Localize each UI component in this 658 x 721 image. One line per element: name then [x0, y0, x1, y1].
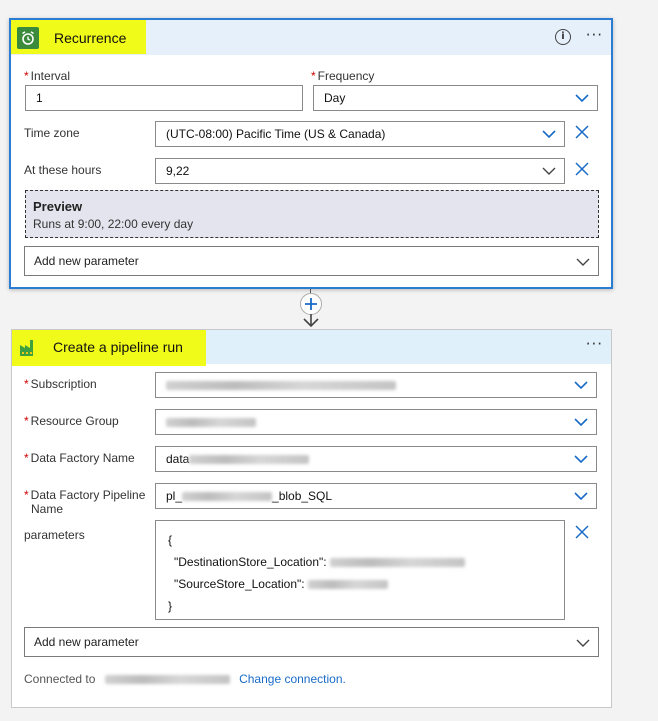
source-location-line: "SourceStore_Location":: [168, 573, 552, 595]
recurrence-title: Recurrence: [54, 30, 127, 46]
data-factory-icon: [18, 336, 40, 358]
timezone-value: (UTC-08:00) Pacific Time (US & Canada): [166, 127, 386, 141]
redacted-value: [329, 558, 465, 568]
remove-parameters-icon[interactable]: [575, 525, 589, 539]
redacted-value: [189, 455, 310, 465]
connected-prefix: Connected to: [24, 672, 96, 686]
plus-icon: [305, 298, 317, 310]
redacted-value: [166, 381, 396, 391]
json-open-brace: {: [168, 533, 173, 547]
timezone-label: Time zone: [24, 126, 80, 140]
recurrence-card: Recurrence i ··· * Interval 1 * Frequency …: [9, 18, 613, 289]
more-options-icon[interactable]: ···: [586, 335, 603, 353]
remove-hours-icon[interactable]: [575, 162, 589, 176]
more-options-icon[interactable]: ···: [586, 26, 603, 44]
alarm-clock-icon: [17, 27, 39, 49]
insert-step-button[interactable]: [300, 293, 322, 315]
add-parameter-label: Add new parameter: [34, 254, 139, 268]
parameters-editor[interactable]: { "DestinationStore_Location": "SourceSt…: [155, 520, 565, 620]
hours-dropdown[interactable]: 9,22: [155, 158, 565, 184]
add-parameter-dropdown[interactable]: Add new parameter: [24, 627, 599, 657]
factory-name-label: * Data Factory Name: [24, 451, 135, 465]
frequency-label: * Frequency: [311, 69, 375, 83]
connection-info: Connected to Change connection.: [24, 672, 346, 686]
interval-label: * Interval: [24, 69, 71, 83]
pipeline-name-dropdown[interactable]: pl_ _blob_SQL: [155, 483, 597, 509]
hours-label: At these hours: [24, 163, 102, 177]
recurrence-header[interactable]: Recurrence i ···: [11, 20, 611, 55]
add-parameter-label: Add new parameter: [34, 635, 139, 649]
frequency-dropdown[interactable]: Day: [313, 85, 598, 111]
resource-group-label: * Resource Group: [24, 414, 119, 428]
subscription-dropdown[interactable]: [155, 372, 597, 398]
schedule-preview: Preview Runs at 9:00, 22:00 every day: [25, 190, 599, 238]
chevron-down-icon: [574, 455, 588, 463]
chevron-down-icon: [576, 258, 590, 266]
parameters-label: parameters: [24, 528, 85, 542]
factory-name-prefix: data: [166, 452, 190, 466]
pipeline-name-label: * Data Factory Pipeline Name: [24, 488, 146, 516]
chevron-down-icon: [575, 94, 589, 102]
frequency-value: Day: [324, 91, 346, 105]
redacted-value: [166, 418, 256, 428]
interval-input[interactable]: 1: [25, 85, 303, 111]
pipeline-run-card: Create a pipeline run ··· * Subscription …: [11, 329, 612, 708]
remove-timezone-icon[interactable]: [575, 125, 589, 139]
dest-location-line: "DestinationStore_Location":: [168, 551, 552, 573]
resource-group-dropdown[interactable]: [155, 409, 597, 435]
pipeline-name-suffix: _blob_SQL: [272, 489, 333, 503]
redacted-account: [104, 675, 230, 685]
redacted-value: [182, 492, 273, 502]
json-close-brace: }: [168, 599, 173, 613]
chevron-down-icon: [574, 418, 588, 426]
pipeline-header[interactable]: Create a pipeline run ···: [12, 330, 611, 366]
chevron-down-icon: [542, 167, 556, 175]
info-icon[interactable]: i: [555, 29, 571, 45]
preview-text: Runs at 9:00, 22:00 every day: [33, 217, 194, 231]
hours-value: 9,22: [166, 164, 190, 178]
add-parameter-dropdown[interactable]: Add new parameter: [24, 246, 599, 276]
subscription-label: * Subscription: [24, 377, 97, 391]
chevron-down-icon: [574, 381, 588, 389]
pipeline-name-prefix: pl_: [166, 489, 183, 503]
chevron-down-icon: [542, 130, 556, 138]
timezone-dropdown[interactable]: (UTC-08:00) Pacific Time (US & Canada): [155, 121, 565, 147]
pipeline-title: Create a pipeline run: [53, 339, 183, 355]
factory-name-dropdown[interactable]: data: [155, 446, 597, 472]
preview-title: Preview: [33, 199, 83, 214]
chevron-down-icon: [576, 639, 590, 647]
arrow-down-icon: [303, 314, 319, 328]
redacted-value: [307, 580, 388, 590]
change-connection-link[interactable]: Change connection.: [239, 672, 346, 686]
chevron-down-icon: [574, 492, 588, 500]
